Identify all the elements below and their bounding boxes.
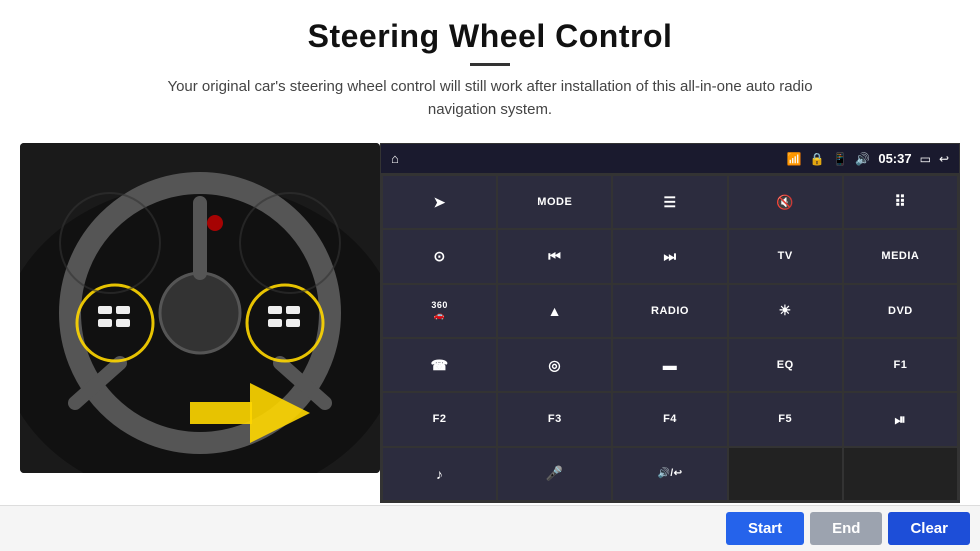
- eject-btn[interactable]: ▲: [498, 285, 611, 337]
- status-time: 05:37: [878, 151, 911, 166]
- steering-wheel-image: [20, 143, 380, 473]
- status-bar-right: 📶 🔒 📱 🔊 05:37 ▭ ↩: [787, 151, 949, 166]
- nav-btn[interactable]: ➤: [383, 176, 496, 228]
- title-divider: [470, 63, 510, 66]
- clear-button[interactable]: Clear: [888, 512, 970, 545]
- home-status-icon: ⌂: [391, 151, 399, 166]
- empty-btn-2: [844, 448, 957, 500]
- mic-btn[interactable]: 🎤: [498, 448, 611, 500]
- status-bar-left: ⌂: [391, 151, 399, 166]
- f2-btn[interactable]: F2: [383, 393, 496, 445]
- control-panel: ⌂ 📶 🔒 📱 🔊 05:37 ▭ ↩ ➤ MODE ☰ 🔇 ⠿ ⊙ ⏮ ⏭: [380, 143, 960, 503]
- page-header: Steering Wheel Control Your original car…: [0, 0, 980, 131]
- radio-btn[interactable]: RADIO: [613, 285, 726, 337]
- settings-btn[interactable]: ⊙: [383, 230, 496, 282]
- empty-btn-1: [729, 448, 842, 500]
- back-icon: ↩: [939, 152, 949, 166]
- page-subtitle: Your original car's steering wheel contr…: [150, 76, 830, 121]
- tv-btn[interactable]: TV: [729, 230, 842, 282]
- f3-btn[interactable]: F3: [498, 393, 611, 445]
- mode-btn[interactable]: MODE: [498, 176, 611, 228]
- f1-btn[interactable]: F1: [844, 339, 957, 391]
- lock-icon: 🔒: [809, 152, 824, 166]
- play-pause-btn[interactable]: ⏯: [844, 393, 957, 445]
- list-btn[interactable]: ☰: [613, 176, 726, 228]
- music-btn[interactable]: ♪: [383, 448, 496, 500]
- vol-call-btn[interactable]: 🔊/↩: [613, 448, 726, 500]
- end-button[interactable]: End: [810, 512, 882, 545]
- f5-btn[interactable]: F5: [729, 393, 842, 445]
- brightness-btn[interactable]: ☀: [729, 285, 842, 337]
- next-btn[interactable]: ⏭: [613, 230, 726, 282]
- bottom-action-bar: Start End Clear: [0, 505, 980, 551]
- compass-btn[interactable]: ◎: [498, 339, 611, 391]
- prev-btn[interactable]: ⏮: [498, 230, 611, 282]
- media-btn[interactable]: MEDIA: [844, 230, 957, 282]
- 360-btn[interactable]: 360🚗: [383, 285, 496, 337]
- f4-btn[interactable]: F4: [613, 393, 726, 445]
- bluetooth-icon: 🔊: [855, 152, 870, 166]
- sim-icon: 📱: [832, 152, 847, 166]
- dvd-btn[interactable]: DVD: [844, 285, 957, 337]
- status-bar: ⌂ 📶 🔒 📱 🔊 05:37 ▭ ↩: [381, 144, 959, 174]
- screen-adj-btn[interactable]: ▬: [613, 339, 726, 391]
- mute-btn[interactable]: 🔇: [729, 176, 842, 228]
- start-button[interactable]: Start: [726, 512, 804, 545]
- phone-btn[interactable]: ☎: [383, 339, 496, 391]
- content-area: ⌂ 📶 🔒 📱 🔊 05:37 ▭ ↩ ➤ MODE ☰ 🔇 ⠿ ⊙ ⏮ ⏭: [20, 143, 960, 503]
- screen-icon: ▭: [920, 152, 931, 166]
- button-grid: ➤ MODE ☰ 🔇 ⠿ ⊙ ⏮ ⏭ TV MEDIA 360🚗 ▲ RADIO…: [381, 174, 959, 502]
- wifi-icon: 📶: [787, 152, 802, 166]
- eq-btn[interactable]: EQ: [729, 339, 842, 391]
- page-title: Steering Wheel Control: [0, 18, 980, 55]
- apps-btn[interactable]: ⠿: [844, 176, 957, 228]
